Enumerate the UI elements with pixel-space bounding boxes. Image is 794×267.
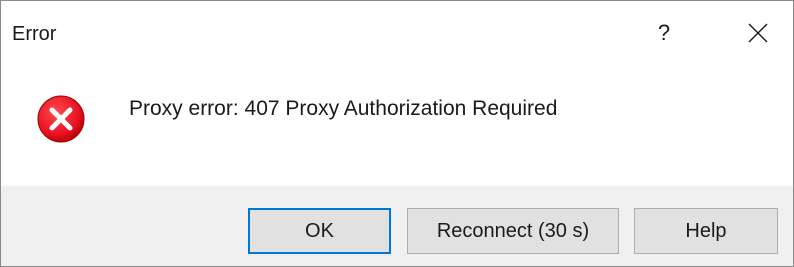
ok-button[interactable]: OK <box>248 208 391 254</box>
reconnect-button[interactable]: Reconnect (30 s) <box>407 208 619 254</box>
button-bar: OK Reconnect (30 s) Help <box>1 186 793 266</box>
title-bar: Error ? <box>1 1 793 69</box>
close-icon <box>748 23 768 43</box>
help-button[interactable]: Help <box>634 208 778 254</box>
error-icon <box>37 95 85 143</box>
error-dialog: Error ? Proxy error: 407 Proxy Authoriza <box>0 0 794 267</box>
context-help-button[interactable]: ? <box>642 15 686 51</box>
dialog-content: Proxy error: 407 Proxy Authorization Req… <box>1 69 793 186</box>
window-title: Error <box>12 23 57 45</box>
error-message: Proxy error: 407 Proxy Authorization Req… <box>129 97 558 120</box>
close-button[interactable] <box>736 15 780 51</box>
